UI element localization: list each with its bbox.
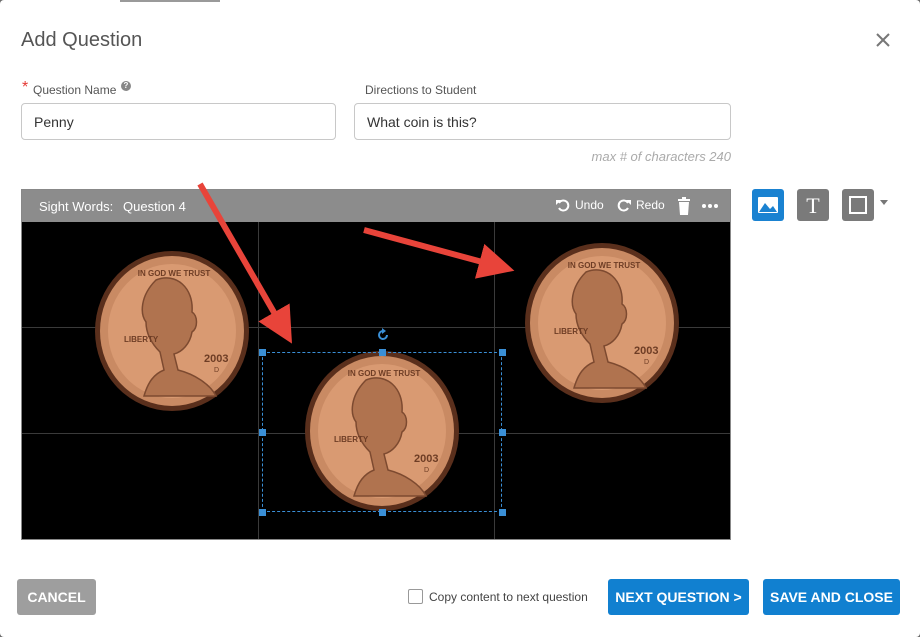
selection-box[interactable] [259, 328, 506, 516]
question-canvas[interactable]: IN GOD WE TRUST LIBERTY 2003 D IN GOD WE… [22, 222, 730, 539]
next-question-button[interactable]: NEXT QUESTION > [608, 579, 749, 615]
add-question-modal: Add Question * Question Name ? Direction… [0, 0, 920, 637]
rotate-icon[interactable] [376, 328, 390, 342]
modal-title: Add Question [21, 29, 143, 51]
redo-button[interactable]: Redo [616, 197, 665, 213]
text-tool-icon[interactable]: T [797, 189, 829, 221]
grid-line [258, 222, 259, 539]
coin-motto: IN GOD WE TRUST [138, 269, 211, 278]
coin-motto: IN GOD WE TRUST [568, 261, 641, 270]
resize-handle[interactable] [259, 349, 266, 356]
question-editor: Sight Words: Question 4 Undo Redo IN GOD… [21, 189, 731, 540]
question-name-label: Question Name [33, 83, 117, 97]
question-name-input[interactable] [21, 103, 336, 140]
save-and-close-button[interactable]: SAVE AND CLOSE [763, 579, 900, 615]
directions-input[interactable] [354, 103, 731, 140]
undo-button[interactable]: Undo [555, 197, 604, 213]
resize-handle[interactable] [259, 509, 266, 516]
resize-handle[interactable] [379, 509, 386, 516]
undo-label: Undo [575, 198, 604, 212]
trash-icon[interactable] [677, 197, 691, 215]
undo-icon [556, 199, 570, 212]
resize-handle[interactable] [259, 429, 266, 436]
editor-title: Sight Words: [39, 199, 114, 214]
help-icon[interactable]: ? [121, 81, 131, 91]
resize-handle[interactable] [499, 509, 506, 516]
directions-label: Directions to Student [365, 83, 477, 97]
max-characters-hint: max # of characters 240 [591, 149, 731, 164]
penny-image[interactable]: IN GOD WE TRUST LIBERTY 2003 D [524, 242, 680, 404]
image-tool-icon[interactable] [752, 189, 784, 221]
coin-mint: D [644, 359, 649, 366]
resize-handle[interactable] [499, 349, 506, 356]
close-icon[interactable] [872, 29, 894, 51]
cancel-button[interactable]: CANCEL [17, 579, 96, 615]
coin-liberty: LIBERTY [554, 327, 589, 336]
resize-handle[interactable] [499, 429, 506, 436]
redo-icon [617, 199, 631, 212]
shape-dropdown-chevron-down-icon[interactable] [880, 200, 888, 205]
shape-tool-icon[interactable] [842, 189, 874, 221]
coin-mint: D [214, 367, 219, 374]
penny-image[interactable]: IN GOD WE TRUST LIBERTY 2003 D [94, 250, 250, 412]
svg-text:T: T [806, 193, 820, 218]
backdrop-strip [120, 0, 220, 2]
coin-liberty: LIBERTY [124, 335, 159, 344]
coin-year: 2003 [204, 353, 228, 365]
copy-content-label: Copy content to next question [429, 590, 588, 604]
required-marker: * [22, 79, 29, 96]
redo-label: Redo [636, 198, 665, 212]
editor-question-number: Question 4 [123, 199, 186, 214]
editor-toolbar: Sight Words: Question 4 Undo Redo [22, 190, 730, 222]
coin-year: 2003 [634, 345, 658, 357]
resize-handle[interactable] [379, 349, 386, 356]
more-options-icon[interactable] [701, 203, 719, 209]
copy-content-checkbox[interactable] [408, 589, 423, 604]
